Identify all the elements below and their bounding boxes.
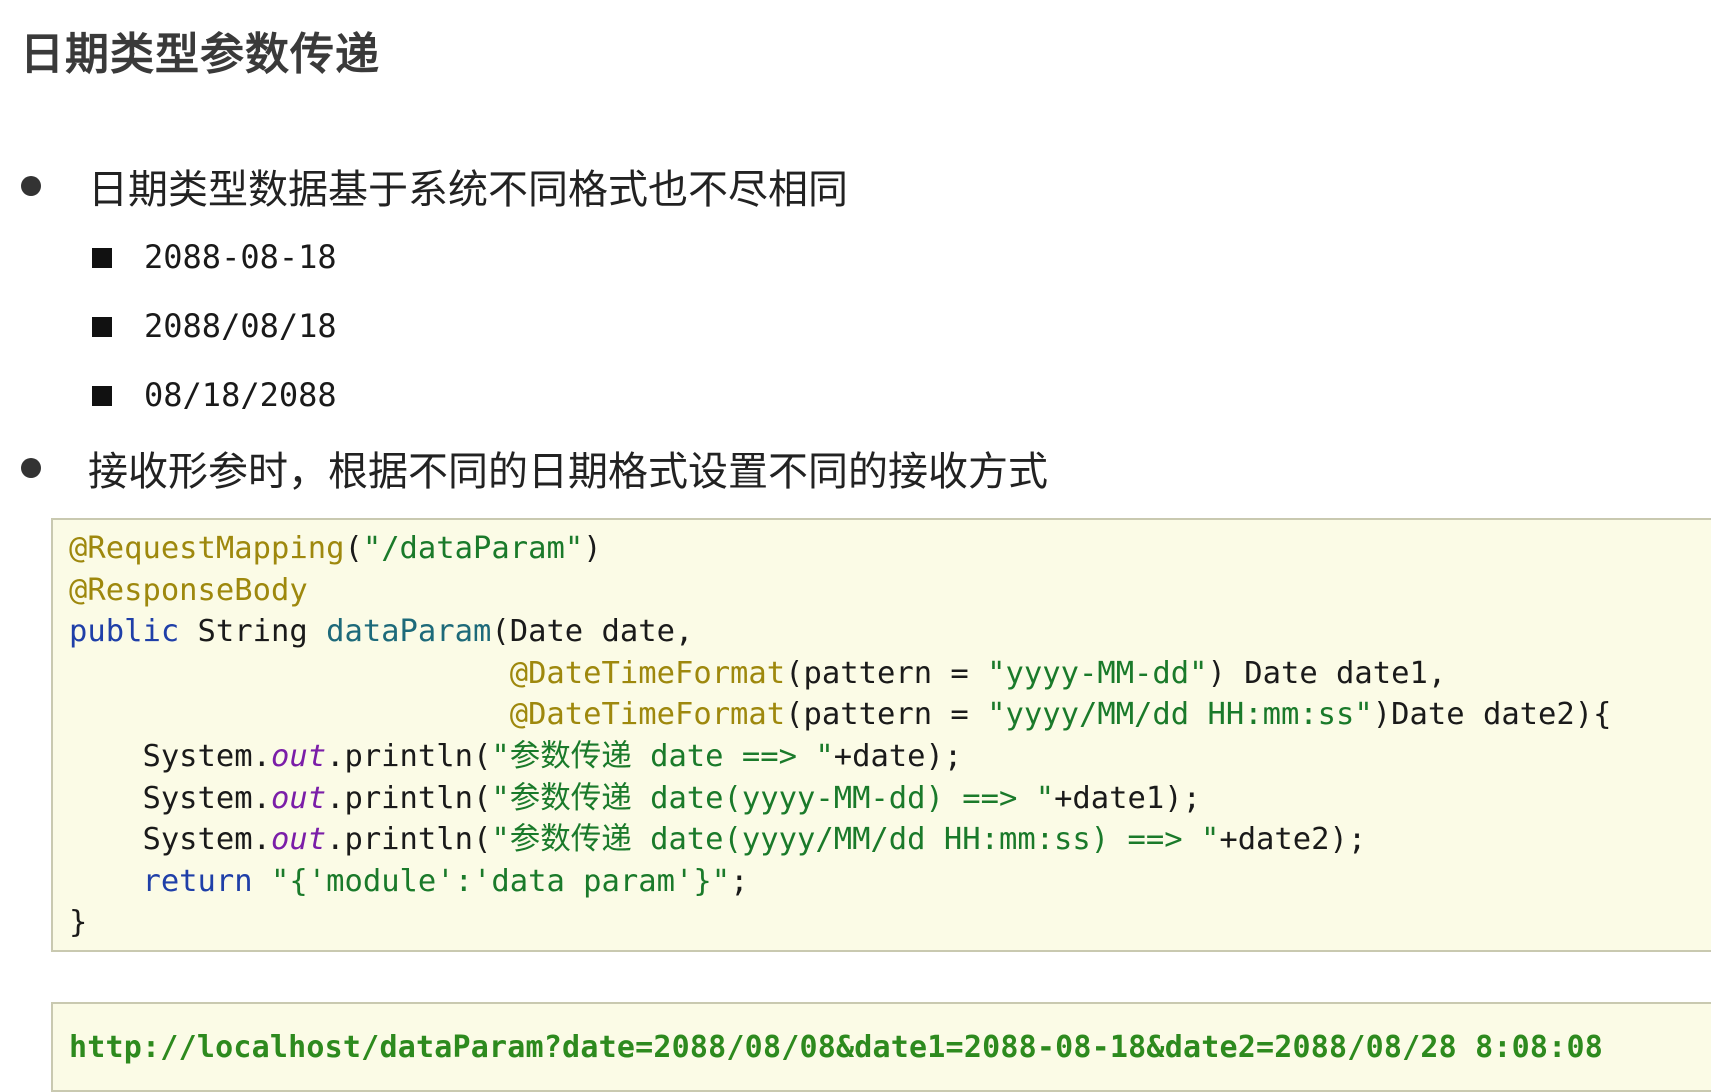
code-token: ) (583, 531, 602, 566)
code-line: @DateTimeFormat(pattern = "yyyy-MM-dd") … (69, 653, 1612, 695)
bullet-text: 日期类型数据基于系统不同格式也不尽相同 (88, 167, 848, 213)
code-line: public String dataParam(Date date, (69, 611, 1612, 653)
code-token: ( (344, 531, 363, 566)
code-token: "/dataParam" (362, 531, 584, 566)
code-token: (Date date, (491, 614, 694, 650)
code-token: dataParam (326, 614, 492, 650)
bullet-text: 接收形参时，根据不同的日期格式设置不同的接收方式 (88, 449, 1048, 495)
code-line: System.out.println("参数传递 date ==> "+date… (69, 736, 1612, 778)
code-token: )Date date2){ (1372, 697, 1612, 733)
code-token: ) Date date1, (1207, 655, 1447, 691)
bullet-dot-icon (21, 458, 41, 478)
code-token: return (142, 863, 253, 899)
code-token: +date2); (1219, 822, 1367, 858)
code-token: public (69, 614, 180, 650)
square-bullet-icon (92, 248, 112, 268)
code-token: .println( (326, 822, 492, 858)
sub-item-text: 2088-08-18 (144, 238, 337, 276)
sub-item-text: 2088/08/18 (144, 307, 337, 345)
code-line: @RequestMapping("/dataParam") (69, 528, 1612, 570)
code-token: @DateTimeFormat (509, 697, 786, 733)
code-token: "参数传递 date(yyyy/MM/dd HH:mm:ss) ==> " (491, 822, 1220, 858)
code-token: "参数传递 date(yyyy-MM-dd) ==> " (491, 780, 1055, 816)
code-token: "参数传递 date ==> " (491, 738, 834, 774)
request-url: http://localhost/dataParam?date=2088/08/… (69, 1030, 1603, 1065)
code-token: out (271, 738, 327, 774)
square-bullet-icon (92, 317, 112, 337)
code-token: @ResponseBody (69, 572, 308, 608)
code-block: @RequestMapping("/dataParam") @ResponseBo… (51, 518, 1711, 952)
code-token: (pattern = (785, 655, 988, 691)
code-token: +date); (833, 738, 963, 774)
url-example-box: http://localhost/dataParam?date=2088/08/… (51, 1002, 1711, 1092)
code-token: ; (730, 863, 749, 899)
square-bullet-icon (92, 386, 112, 406)
code-token: System. (69, 780, 271, 816)
code-token: .println( (326, 780, 492, 816)
code-token: "yyyy-MM-dd" (987, 655, 1208, 691)
code-token: "yyyy/MM/dd HH:mm:ss" (987, 697, 1373, 733)
code-line: @DateTimeFormat(pattern = "yyyy/MM/dd HH… (69, 694, 1612, 736)
code-line: return "{'module':'data param'}"; (69, 861, 1612, 903)
code-token: +date1); (1054, 780, 1201, 816)
sub-item-text: 08/18/2088 (144, 376, 337, 414)
code-token: System. (69, 738, 271, 774)
code-token: out (271, 822, 327, 858)
code-token: } (69, 905, 88, 941)
code-token: @DateTimeFormat (509, 655, 786, 691)
code-line: System.out.println("参数传递 date(yyyy/MM/dd… (69, 819, 1612, 861)
code-token: System. (69, 822, 271, 858)
page-title: 日期类型参数传递 (20, 29, 380, 80)
code-line: } (69, 902, 1612, 944)
code-token: "{'module':'data param'}" (271, 863, 731, 899)
code-token: @RequestMapping (69, 531, 345, 566)
code-token: String (179, 614, 327, 650)
code-token: .println( (326, 738, 492, 774)
code-line: @ResponseBody (69, 570, 1612, 612)
code-token: (pattern = (785, 697, 988, 733)
code-lines: @RequestMapping("/dataParam") @ResponseBo… (69, 528, 1612, 944)
code-line: System.out.println("参数传递 date(yyyy-MM-dd… (69, 778, 1612, 820)
bullet-dot-icon (21, 176, 41, 196)
code-token: out (271, 780, 327, 816)
